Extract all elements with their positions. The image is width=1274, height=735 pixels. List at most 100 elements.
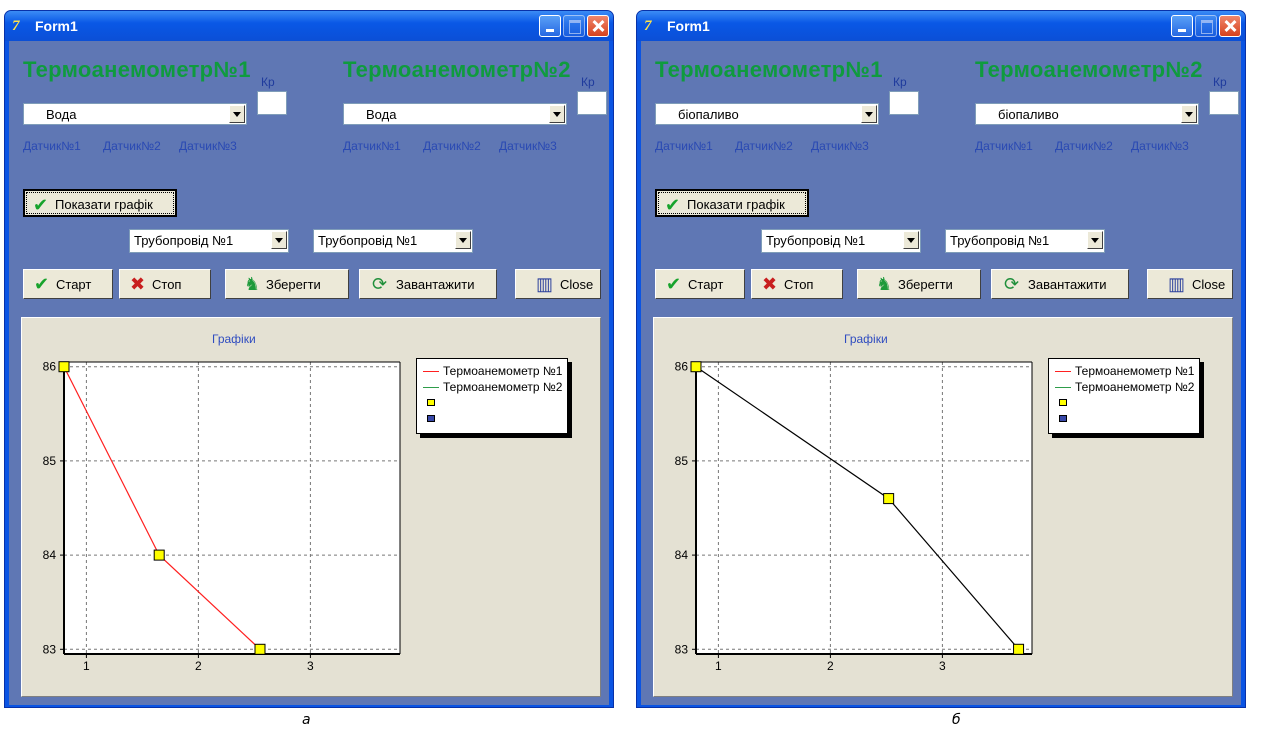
data-point-marker [1013,643,1025,655]
legend-label: Термоанемометр №1 [1075,364,1195,378]
plot-area [64,362,400,654]
refresh-icon: ⟳ [372,274,388,294]
title-bar: 7 Form1 [5,11,613,41]
data-point-marker [153,549,165,561]
sensor-label-1: Датчик№1 [655,139,713,153]
data-point-marker [254,643,266,655]
check-icon: ✔ [34,274,50,294]
pipeline-select-2-value: Трубопровід №1 [318,233,418,248]
legend-label: Термоанемометр №2 [443,380,563,394]
chevron-down-icon[interactable] [1181,105,1197,123]
kp-input-2[interactable] [577,91,607,115]
save-button[interactable]: ♞ Зберегти [225,269,349,299]
fluid-select-1-value: Вода [46,107,77,122]
figure-caption-a: а [302,712,311,728]
chart-panel: Графіки 1 2 3 83 84 85 86 Термоанемометр №1 Термо… [21,317,601,697]
heading-anemometer-2: Термоанемометр№2 [975,57,1203,82]
minimize-button[interactable] [539,15,561,37]
door-icon: ▥ [536,274,554,294]
sensor-label-4: Датчик№1 [343,139,401,153]
chevron-down-icon[interactable] [455,231,471,249]
save-label: Зберегти [266,277,321,292]
y-tick-label: 83 [675,642,689,656]
fluid-select-1[interactable]: біопаливо [655,103,879,125]
stop-button[interactable]: ✖ Стоп [119,269,211,299]
heading-anemometer-1: Термоанемометр№1 [655,57,883,82]
pipeline-select-2[interactable]: Трубопровід №1 [945,229,1105,253]
load-button[interactable]: ⟳ Завантажити [991,269,1129,299]
legend-line [423,371,439,372]
stop-button[interactable]: ✖ Стоп [751,269,843,299]
load-label: Завантажити [396,277,475,292]
close-button[interactable]: ▥ Close [1147,269,1233,299]
chart-legend: Термоанемометр №1 Термоанемометр №2 [416,358,568,434]
heading-anemometer-2: Термоанемометр№2 [343,57,571,82]
window-title: Form1 [35,18,78,34]
kp-input-2[interactable] [1209,91,1239,115]
cross-icon: ✖ [130,274,146,294]
runner-icon: ♞ [876,274,893,294]
close-window-button[interactable] [587,15,609,37]
sensor-label-5: Датчик№2 [423,139,481,153]
sensor-label-6: Датчик№3 [499,139,557,153]
check-icon: ✔ [666,274,682,294]
y-tick-label: 85 [43,454,57,468]
y-tick-label: 86 [43,360,57,374]
chevron-down-icon[interactable] [861,105,877,123]
window-title: Form1 [667,18,710,34]
legend-marker [427,415,435,422]
save-label: Зберегти [898,277,953,292]
show-graph-label: Показати графік [55,197,153,212]
save-button[interactable]: ♞ Зберегти [857,269,981,299]
fluid-select-2-value: Вода [366,107,397,122]
chevron-down-icon[interactable] [229,105,245,123]
sensor-label-1: Датчик№1 [23,139,81,153]
show-graph-button[interactable]: ✔ Показати графік [23,189,177,217]
y-tick-label: 83 [43,642,57,656]
stop-label: Стоп [784,277,814,292]
sensor-label-2: Датчик№2 [103,139,161,153]
kp-input-1[interactable] [889,91,919,115]
y-tick-label: 86 [675,360,689,374]
chevron-down-icon[interactable] [271,231,287,249]
plot-area [696,362,1032,654]
start-button[interactable]: ✔ Старт [23,269,113,299]
kp-input-1[interactable] [257,91,287,115]
fluid-select-2[interactable]: біопаливо [975,103,1199,125]
kp-label-2: Кр [581,75,595,89]
data-point-marker [883,493,895,505]
pipeline-select-2[interactable]: Трубопровід №1 [313,229,473,253]
close-button[interactable]: ▥ Close [515,269,601,299]
y-tick-label: 84 [43,548,57,562]
pipeline-select-2-value: Трубопровід №1 [950,233,1050,248]
show-graph-label: Показати графік [687,197,785,212]
fluid-select-1-value: біопаливо [678,107,739,122]
pipeline-select-1[interactable]: Трубопровід №1 [761,229,921,253]
start-button[interactable]: ✔ Старт [655,269,745,299]
maximize-button[interactable] [1195,15,1217,37]
load-button[interactable]: ⟳ Завантажити [359,269,497,299]
show-graph-button[interactable]: ✔ Показати графік [655,189,809,217]
start-label: Старт [56,277,92,292]
figure-caption-b: б [952,712,961,728]
refresh-icon: ⟳ [1004,274,1020,294]
legend-marker [1059,415,1067,422]
y-tick-label: 85 [675,454,689,468]
stop-label: Стоп [152,277,182,292]
pipeline-select-1[interactable]: Трубопровід №1 [129,229,289,253]
chart-legend: Термоанемометр №1 Термоанемометр №2 [1048,358,1200,434]
chevron-down-icon[interactable] [1087,231,1103,249]
close-window-button[interactable] [1219,15,1241,37]
heading-anemometer-1: Термоанемометр№1 [23,57,251,82]
maximize-button[interactable] [563,15,585,37]
chevron-down-icon[interactable] [549,105,565,123]
fluid-select-1[interactable]: Вода [23,103,247,125]
minimize-button[interactable] [1171,15,1193,37]
data-point-marker [58,361,70,373]
fluid-select-2[interactable]: Вода [343,103,567,125]
chart-panel: Графіки 1 2 3 83 84 85 86 Термоанемометр №1 Термо… [653,317,1233,697]
x-tick-label: 1 [83,659,90,673]
chevron-down-icon[interactable] [903,231,919,249]
sensor-label-6: Датчик№3 [1131,139,1189,153]
sensor-label-4: Датчик№1 [975,139,1033,153]
